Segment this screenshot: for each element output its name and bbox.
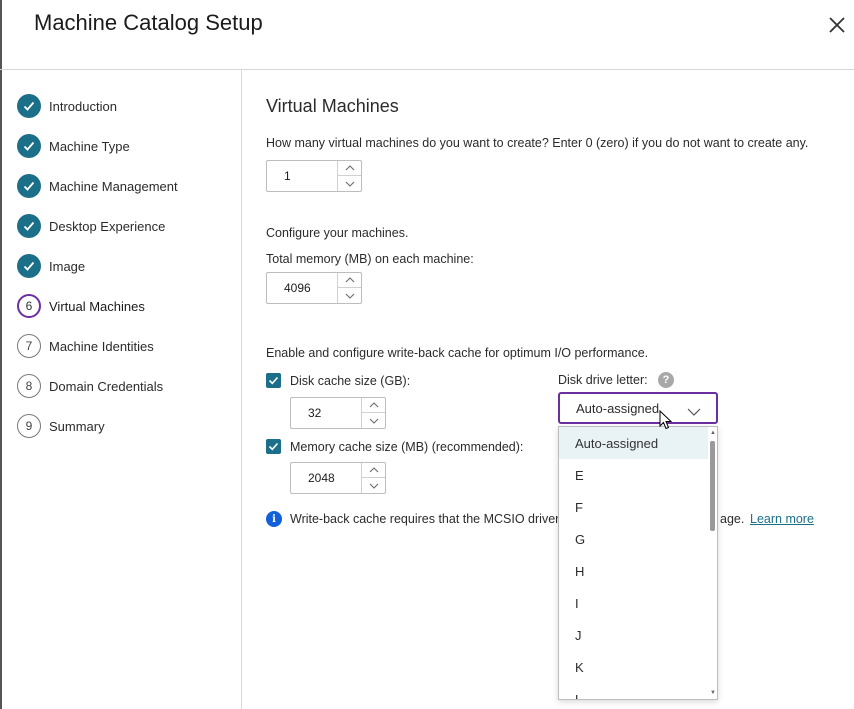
main-panel: Virtual Machines How many virtual machin…	[243, 70, 854, 709]
scroll-down-icon[interactable]: ▼	[709, 689, 717, 697]
disk-cache-label: Disk cache size (GB):	[290, 374, 411, 388]
dropdown-option[interactable]: Auto-assigned	[559, 427, 709, 459]
chevron-up-icon[interactable]	[338, 273, 361, 288]
step-virtual-machines[interactable]: 6 Virtual Machines	[17, 294, 237, 318]
page-title: Virtual Machines	[266, 96, 399, 116]
memory-label: Total memory (MB) on each machine:	[266, 252, 474, 266]
info-icon: i	[266, 511, 282, 527]
step-label: Summary	[49, 418, 105, 434]
close-icon[interactable]	[826, 14, 848, 36]
step-image[interactable]: Image	[17, 254, 237, 278]
memory-cache-value: 2048	[308, 471, 335, 485]
step-label: Virtual Machines	[49, 298, 145, 314]
mouse-pointer-icon	[659, 409, 673, 435]
dialog-title: Machine Catalog Setup	[34, 10, 263, 35]
step-machine-type[interactable]: Machine Type	[17, 134, 237, 158]
chevron-up-icon[interactable]	[338, 161, 361, 176]
chevron-up-icon[interactable]	[362, 398, 385, 413]
step-number: 9	[17, 414, 41, 438]
configure-machines-label: Configure your machines.	[266, 226, 409, 240]
cache-intro-text: Enable and configure write-back cache fo…	[266, 346, 649, 360]
step-machine-identities[interactable]: 7 Machine Identities	[17, 334, 237, 358]
dropdown-option[interactable]: G	[559, 523, 709, 555]
scroll-up-icon[interactable]: ▲	[709, 429, 717, 437]
dropdown-option[interactable]: I	[559, 587, 709, 619]
chevron-down-icon[interactable]	[362, 413, 385, 428]
dropdown-option[interactable]: E	[559, 459, 709, 491]
check-icon	[17, 174, 41, 198]
memory-cache-stepper[interactable]: 2048	[290, 462, 386, 494]
wizard-steps-sidebar: Introduction Machine Type Machine Manage…	[0, 70, 242, 709]
vm-count-stepper[interactable]: 1	[266, 160, 362, 192]
dropdown-scrollbar[interactable]: ▲ ▼	[708, 427, 717, 699]
check-icon	[17, 94, 41, 118]
chevron-down-icon[interactable]	[338, 288, 361, 303]
step-number: 6	[17, 294, 41, 318]
dropdown-option[interactable]: H	[559, 555, 709, 587]
step-domain-credentials[interactable]: 8 Domain Credentials	[17, 374, 237, 398]
dropdown-option[interactable]: J	[559, 619, 709, 651]
vm-count-question: How many virtual machines do you want to…	[266, 136, 809, 150]
stepper-buttons	[361, 398, 385, 428]
memory-stepper[interactable]: 4096	[266, 272, 362, 304]
stepper-buttons	[337, 161, 361, 191]
scrollbar-thumb[interactable]	[710, 441, 715, 531]
step-desktop-experience[interactable]: Desktop Experience	[17, 214, 237, 238]
step-label: Domain Credentials	[49, 378, 164, 394]
step-number: 7	[17, 334, 41, 358]
step-label: Machine Identities	[49, 338, 154, 354]
drive-letter-select[interactable]: Auto-assigned	[558, 392, 718, 424]
check-icon	[17, 254, 41, 278]
vm-count-value: 1	[284, 169, 291, 183]
disk-cache-stepper[interactable]: 32	[290, 397, 386, 429]
memory-value: 4096	[284, 281, 311, 295]
step-introduction[interactable]: Introduction	[17, 94, 237, 118]
drive-letter-value: Auto-assigned	[576, 401, 660, 416]
dropdown-option[interactable]: F	[559, 491, 709, 523]
info-text-tail: age.	[720, 512, 745, 526]
step-machine-management[interactable]: Machine Management	[17, 174, 237, 198]
drive-letter-label: Disk drive letter:	[558, 373, 648, 387]
step-summary[interactable]: 9 Summary	[17, 414, 237, 438]
drive-letter-dropdown: Auto-assigned E F G H I J K L ▲ ▼	[558, 426, 718, 700]
dialog-header: Machine Catalog Setup	[0, 0, 854, 70]
step-label: Introduction	[49, 98, 117, 114]
step-label: Machine Management	[49, 178, 178, 194]
disk-cache-value: 32	[308, 406, 322, 420]
step-number: 8	[17, 374, 41, 398]
memory-cache-checkbox[interactable]	[266, 439, 281, 454]
step-label: Desktop Experience	[49, 218, 166, 234]
chevron-down-icon	[687, 403, 701, 421]
disk-cache-checkbox[interactable]	[266, 373, 281, 388]
chevron-down-icon[interactable]	[362, 478, 385, 493]
check-icon	[17, 134, 41, 158]
step-label: Machine Type	[49, 138, 130, 154]
dropdown-option[interactable]: K	[559, 651, 709, 683]
dropdown-option[interactable]: L	[559, 683, 709, 700]
stepper-buttons	[337, 273, 361, 303]
chevron-up-icon[interactable]	[362, 463, 385, 478]
memory-cache-label: Memory cache size (MB) (recommended):	[290, 440, 524, 454]
check-icon	[17, 214, 41, 238]
help-icon[interactable]: ?	[658, 372, 674, 388]
info-text: Write-back cache requires that the MCSIO…	[290, 512, 560, 526]
step-label: Image	[49, 258, 86, 274]
stepper-buttons	[361, 463, 385, 493]
chevron-down-icon[interactable]	[338, 176, 361, 191]
learn-more-link[interactable]: Learn more	[750, 512, 814, 526]
